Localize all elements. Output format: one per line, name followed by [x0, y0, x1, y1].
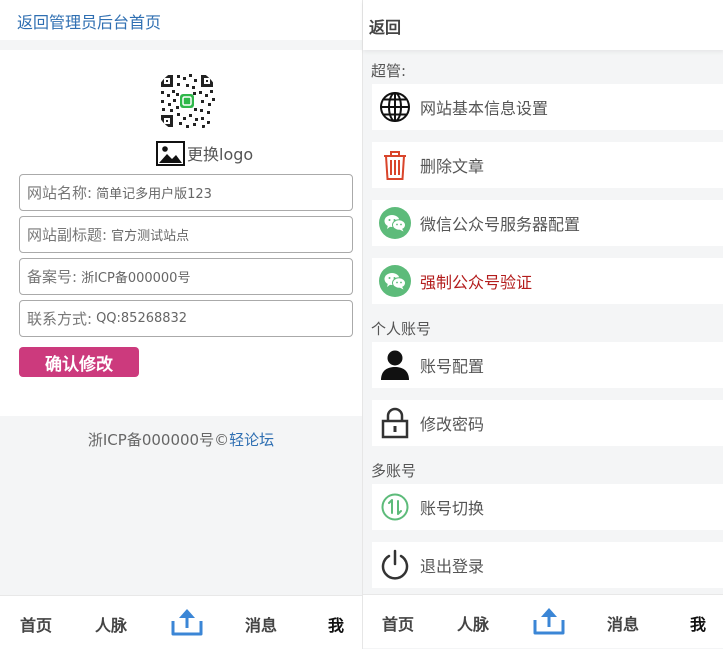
site-name-label: 网站名称: [27, 184, 93, 202]
settings-card: 更换logo 网站名称: 简单记多用户版123 网站副标题: 官方测试站点 备案… [0, 50, 362, 416]
menu-wechat-server[interactable]: 微信公众号服务器配置 [372, 200, 723, 246]
site-subtitle-label: 网站副标题: [27, 226, 108, 244]
bottom-nav: 首页 人脉 消息 我 [363, 594, 723, 648]
site-name-value: 简单记多用户版123 [96, 187, 212, 202]
site-subtitle-value: 官方测试站点 [111, 229, 190, 244]
contact-value: QQ:85268832 [96, 311, 188, 326]
admin-menu-panel: 返回 超管: 网站基本信息设置 删除文章 微信公众号服务器配置 强制公众号验证 … [362, 0, 723, 649]
image-icon [156, 140, 185, 166]
section-super-admin: 超管: [371, 62, 407, 80]
menu-logout[interactable]: 退出登录 [372, 542, 723, 588]
icp-number-value: 浙ICP备000000号 [81, 271, 191, 286]
menu-delete-article-label: 删除文章 [420, 157, 485, 176]
nav-me[interactable]: 我 [690, 611, 706, 635]
site-footer: 浙ICP备000000号©轻论坛 [0, 429, 362, 450]
menu-delete-article[interactable]: 删除文章 [372, 142, 723, 188]
menu-switch-account-label: 账号切换 [420, 499, 485, 518]
back-to-admin-link[interactable]: 返回管理员后台首页 [17, 9, 161, 33]
top-bar: 返回管理员后台首页 [0, 0, 362, 40]
nav-messages[interactable]: 消息 [245, 612, 277, 636]
confirm-button[interactable]: 确认修改 [19, 347, 139, 377]
user-icon [379, 349, 411, 381]
icp-number-label: 备案号: [27, 268, 78, 286]
qr-code-icon [155, 69, 219, 133]
change-logo-button[interactable]: 更换logo [156, 139, 253, 167]
menu-wechat-server-label: 微信公众号服务器配置 [420, 215, 581, 234]
nav-contacts[interactable]: 人脉 [457, 611, 489, 635]
top-bar: 返回 [363, 0, 723, 50]
upload-icon[interactable] [170, 606, 204, 638]
change-logo-label: 更换logo [187, 145, 254, 164]
menu-account-config-label: 账号配置 [420, 357, 485, 376]
forum-link[interactable]: 轻论坛 [229, 431, 274, 449]
back-button[interactable]: 返回 [369, 14, 401, 38]
power-icon [379, 549, 411, 581]
menu-account-config[interactable]: 账号配置 [372, 342, 723, 388]
globe-icon [379, 91, 411, 123]
nav-me[interactable]: 我 [328, 612, 344, 636]
contact-label: 联系方式: [27, 310, 93, 328]
menu-force-verify[interactable]: 强制公众号验证 [372, 258, 723, 304]
footer-icp-text: 浙ICP备000000号© [87, 431, 230, 449]
upload-icon[interactable] [532, 605, 566, 637]
menu-site-info[interactable]: 网站基本信息设置 [372, 84, 723, 130]
section-personal-account: 个人账号 [371, 320, 432, 338]
nav-messages[interactable]: 消息 [607, 611, 639, 635]
site-name-field[interactable]: 网站名称: 简单记多用户版123 [19, 174, 353, 211]
nav-home[interactable]: 首页 [20, 612, 52, 636]
site-subtitle-field[interactable]: 网站副标题: 官方测试站点 [19, 216, 353, 253]
menu-switch-account[interactable]: 账号切换 [372, 484, 723, 530]
switch-icon [379, 491, 411, 523]
bottom-nav: 首页 人脉 消息 我 [0, 595, 362, 649]
lock-icon [379, 407, 411, 439]
menu-site-info-label: 网站基本信息设置 [420, 99, 549, 118]
wechat-icon [379, 265, 411, 297]
qr-code-logo[interactable] [155, 69, 219, 133]
menu-change-password[interactable]: 修改密码 [372, 400, 723, 446]
menu-logout-label: 退出登录 [420, 557, 485, 576]
menu-change-password-label: 修改密码 [420, 415, 485, 434]
nav-contacts[interactable]: 人脉 [95, 612, 127, 636]
wechat-icon [379, 207, 411, 239]
section-multi-account: 多账号 [371, 462, 417, 480]
menu-force-verify-label: 强制公众号验证 [420, 273, 533, 292]
trash-icon [379, 149, 411, 181]
nav-home[interactable]: 首页 [382, 611, 414, 635]
contact-field[interactable]: 联系方式: QQ:85268832 [19, 300, 353, 337]
icp-number-field[interactable]: 备案号: 浙ICP备000000号 [19, 258, 353, 295]
site-settings-panel: 返回管理员后台首页 更换logo 网站名称: 简单记多用户版123 网站副标题:… [0, 0, 362, 649]
